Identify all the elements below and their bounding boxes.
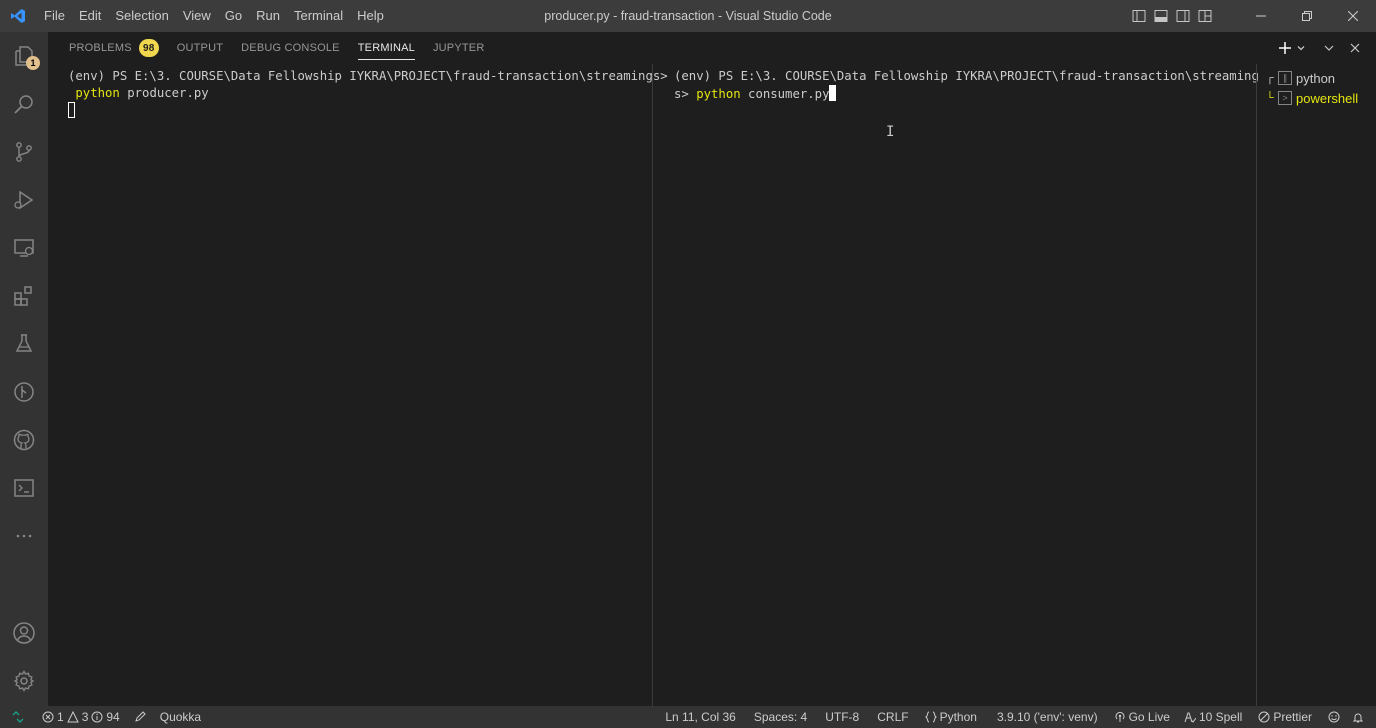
indentation[interactable]: Spaces: 4 <box>748 706 813 728</box>
terminal-right-command-args: consumer.py <box>740 87 830 101</box>
vscode-logo-icon <box>0 0 36 32</box>
terminal-left[interactable]: (env) PS E:\3. COURSE\Data Fellowship IY… <box>68 68 668 710</box>
settings-gear-icon[interactable] <box>0 657 48 705</box>
feedback-icon[interactable] <box>1322 706 1346 728</box>
menu-view[interactable]: View <box>176 0 218 32</box>
spell-check-icon <box>1184 712 1196 723</box>
menu-file[interactable]: File <box>36 0 72 32</box>
terminal-left-command-args: producer.py <box>119 86 209 100</box>
problems-status[interactable]: 1 3 94 <box>36 706 126 728</box>
more-icon[interactable] <box>0 512 48 560</box>
cursor-position[interactable]: Ln 11, Col 36 <box>659 706 742 728</box>
github-icon[interactable] <box>0 416 48 464</box>
terminal-list-divider[interactable] <box>1256 64 1257 706</box>
menu-selection[interactable]: Selection <box>108 0 175 32</box>
tree-connector-bottom: └ <box>1266 92 1274 104</box>
info-count: 94 <box>106 710 120 724</box>
terminal-list-label: python <box>1296 70 1336 86</box>
restore-icon[interactable] <box>1284 0 1330 32</box>
run-pencil-icon[interactable] <box>126 706 154 728</box>
terminal-left-command-keyword: python <box>75 86 120 100</box>
account-icon[interactable] <box>0 609 48 657</box>
title-bar: File Edit Selection View Go Run Terminal… <box>0 0 1376 32</box>
end-of-line[interactable]: CRLF <box>871 706 914 728</box>
terminal-right[interactable]: (env) PS E:\3. COURSE\Data Fellowship IY… <box>674 68 1259 710</box>
launch-profile-chevron-down-icon[interactable] <box>1296 39 1306 57</box>
info-icon <box>91 711 103 723</box>
terminal-right-prompt-end: s> <box>674 87 697 101</box>
minimize-icon[interactable] <box>1238 0 1284 32</box>
braces-icon <box>924 711 937 723</box>
tab-debug-console[interactable]: DEBUG CONSOLE <box>232 32 349 64</box>
menu-bar: File Edit Selection View Go Run Terminal… <box>36 0 391 32</box>
remote-indicator-icon[interactable] <box>0 706 36 728</box>
tree-connector-top: ┌ <box>1266 72 1274 84</box>
prettier-disabled-icon <box>1258 711 1270 723</box>
go-live-label: Go Live <box>1128 710 1170 724</box>
language-mode[interactable]: Python <box>919 706 983 728</box>
tab-terminal[interactable]: TERMINAL <box>349 32 424 64</box>
notifications-bell-icon[interactable] <box>1346 706 1370 728</box>
terminal-right-prompt: (env) PS E:\3. COURSE\Data Fellowship IY… <box>674 69 1259 83</box>
menu-edit[interactable]: Edit <box>72 0 108 32</box>
panel-tabs: PROBLEMS 98 OUTPUT DEBUG CONSOLE TERMINA… <box>48 32 493 64</box>
explorer-icon[interactable]: 1 <box>0 32 48 80</box>
close-window-icon[interactable] <box>1330 0 1376 32</box>
go-live-button[interactable]: Go Live <box>1108 706 1176 728</box>
problems-count-badge: 98 <box>138 39 159 57</box>
run-debug-icon[interactable] <box>0 176 48 224</box>
warning-icon <box>66 711 79 723</box>
prettier-label: Prettier <box>1273 710 1312 724</box>
error-count: 1 <box>57 710 64 724</box>
tab-jupyter[interactable]: JUPYTER <box>424 32 494 64</box>
menu-help[interactable]: Help <box>350 0 391 32</box>
terminal-split-divider[interactable] <box>652 64 653 706</box>
terminal-list-item-python[interactable]: ┌ ∥ python <box>1258 68 1376 88</box>
source-control-icon[interactable] <box>0 128 48 176</box>
toggle-primary-sidebar-icon[interactable] <box>1128 0 1150 32</box>
terminal-list-label: powershell <box>1296 90 1359 106</box>
python-interpreter[interactable]: 3.9.10 ('env': venv) <box>991 706 1104 728</box>
terminal-right-command-keyword: python <box>696 87 741 101</box>
terminal-right-cursor <box>829 85 837 101</box>
tab-problems[interactable]: PROBLEMS 98 <box>60 32 168 64</box>
mouse-ibeam-cursor-icon: I <box>886 124 895 140</box>
quokka-status[interactable]: Quokka <box>154 706 207 728</box>
warning-count: 3 <box>81 710 89 724</box>
close-panel-icon[interactable] <box>1346 39 1364 57</box>
error-icon <box>42 711 54 723</box>
terminal-tabs-list: ┌ ∥ python └ > powershell <box>1258 68 1376 108</box>
terminal-panel: PROBLEMS 98 OUTPUT DEBUG CONSOLE TERMINA… <box>48 32 1376 706</box>
maximize-panel-chevron-icon[interactable] <box>1320 39 1338 57</box>
tab-problems-label: PROBLEMS <box>69 42 132 54</box>
terminal-list-item-powershell[interactable]: └ > powershell <box>1258 88 1376 108</box>
remote-explorer-icon[interactable] <box>0 224 48 272</box>
new-terminal-plus-icon[interactable] <box>1276 39 1294 57</box>
language-label: Python <box>939 710 977 724</box>
toggle-panel-icon[interactable] <box>1150 0 1172 32</box>
python-terminal-icon: ∥ <box>1278 71 1292 85</box>
terminal-left-cursor <box>68 102 75 118</box>
tab-output[interactable]: OUTPUT <box>168 32 232 64</box>
encoding[interactable]: UTF-8 <box>819 706 865 728</box>
status-bar: 1 3 94 Quokka Ln 11, Col 36 Spaces: 4 UT… <box>0 706 1376 728</box>
spell-label: 10 Spell <box>1198 710 1243 724</box>
menu-go[interactable]: Go <box>218 0 249 32</box>
git-graph-icon[interactable] <box>0 368 48 416</box>
search-icon[interactable] <box>0 80 48 128</box>
broadcast-icon <box>1115 711 1125 722</box>
menu-terminal[interactable]: Terminal <box>287 0 350 32</box>
spell-checker[interactable]: 10 Spell <box>1178 706 1248 728</box>
extensions-icon[interactable] <box>0 272 48 320</box>
prettier-status[interactable]: Prettier <box>1252 706 1318 728</box>
customize-layout-icon[interactable] <box>1194 0 1216 32</box>
toggle-secondary-sidebar-icon[interactable] <box>1172 0 1194 32</box>
terminal-icon[interactable] <box>0 464 48 512</box>
explorer-badge: 1 <box>26 56 40 70</box>
powershell-terminal-icon: > <box>1278 91 1292 105</box>
menu-run[interactable]: Run <box>249 0 287 32</box>
activity-bar: 1 <box>0 32 48 706</box>
terminal-left-prompt: (env) PS E:\3. COURSE\Data Fellowship IY… <box>68 69 668 83</box>
testing-icon[interactable] <box>0 320 48 368</box>
